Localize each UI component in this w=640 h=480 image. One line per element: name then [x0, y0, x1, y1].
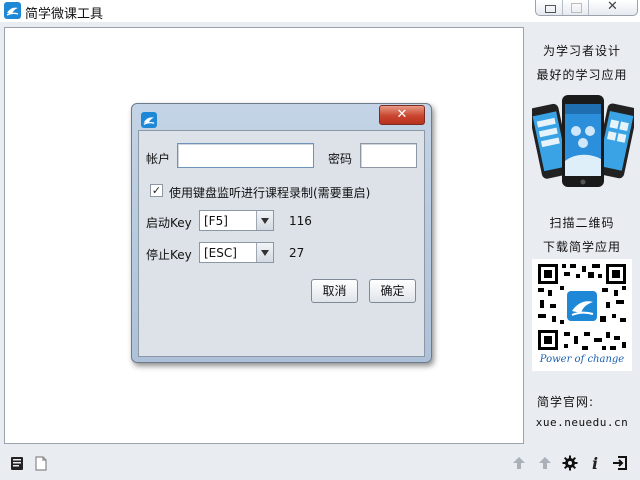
chevron-down-icon[interactable] — [256, 243, 273, 262]
document-icon[interactable] — [33, 455, 49, 471]
start-key-value: [F5] — [204, 214, 228, 228]
password-input[interactable] — [360, 143, 417, 168]
dialog-logo-icon — [141, 112, 157, 128]
site-label: 简学官网: — [537, 395, 595, 409]
account-input[interactable] — [177, 143, 314, 168]
info-icon[interactable]: i — [587, 454, 603, 473]
gear-icon[interactable] — [562, 455, 578, 471]
scan-line-1: 扫描二维码 — [549, 216, 615, 230]
start-key-select[interactable]: [F5] — [199, 210, 274, 231]
close-icon: ✕ — [607, 0, 618, 14]
stop-key-select[interactable]: [ESC] — [199, 242, 274, 263]
site-url: xue.neuedu.cn — [535, 416, 629, 429]
login-settings-dialog: ✕ 帐户 密码 ✓ 使用键盘监听进行课程录制(需要重启) 启动Key [F5] … — [131, 103, 432, 363]
window-title: 简学微课工具 — [25, 7, 104, 22]
window-controls: ✕ — [535, 0, 638, 16]
maximize-button[interactable] — [563, 0, 589, 15]
promo-sidebar: 为学习者设计 最好的学习应用 扫描二维码 下载简学应用 Power of cha… — [527, 27, 638, 444]
stop-key-value: [ESC] — [204, 246, 237, 260]
stop-key-label: 停止Key — [146, 248, 192, 262]
upload-icon[interactable] — [537, 455, 553, 471]
chevron-down-icon[interactable] — [256, 211, 273, 230]
title-bar: 简学微课工具 ✕ — [0, 0, 640, 22]
dialog-body: 帐户 密码 ✓ 使用键盘监听进行课程录制(需要重启) 启动Key [F5] 11… — [138, 130, 425, 357]
account-label: 帐户 — [146, 152, 171, 166]
password-label: 密码 — [328, 152, 353, 166]
qr-caption: Power of change — [539, 354, 625, 365]
keyboard-monitor-checkbox[interactable]: ✓ — [150, 184, 163, 197]
start-key-code: 116 — [289, 214, 312, 228]
ok-button[interactable]: 确定 — [369, 279, 416, 303]
bottom-toolbar: i — [0, 448, 640, 480]
phone-image — [528, 93, 638, 193]
keyboard-monitor-label: 使用键盘监听进行课程录制(需要重启) — [169, 186, 371, 200]
qr-code: Power of change — [532, 259, 632, 371]
start-key-label: 启动Key — [146, 216, 192, 230]
dialog-close-button[interactable]: ✕ — [379, 105, 425, 125]
app-logo-icon — [4, 2, 21, 19]
exit-icon[interactable] — [612, 455, 628, 471]
scan-line-2: 下载简学应用 — [542, 240, 621, 254]
slogan-line-1: 为学习者设计 — [542, 44, 621, 58]
window-close-button[interactable]: ✕ — [589, 0, 637, 15]
slogan-line-2: 最好的学习应用 — [536, 68, 628, 82]
upload-icon[interactable] — [511, 455, 527, 471]
stop-key-code: 27 — [289, 246, 305, 260]
notebook-icon[interactable] — [9, 455, 25, 471]
close-icon: ✕ — [396, 107, 408, 122]
cancel-button[interactable]: 取消 — [311, 279, 358, 303]
minimize-button[interactable] — [536, 0, 563, 15]
